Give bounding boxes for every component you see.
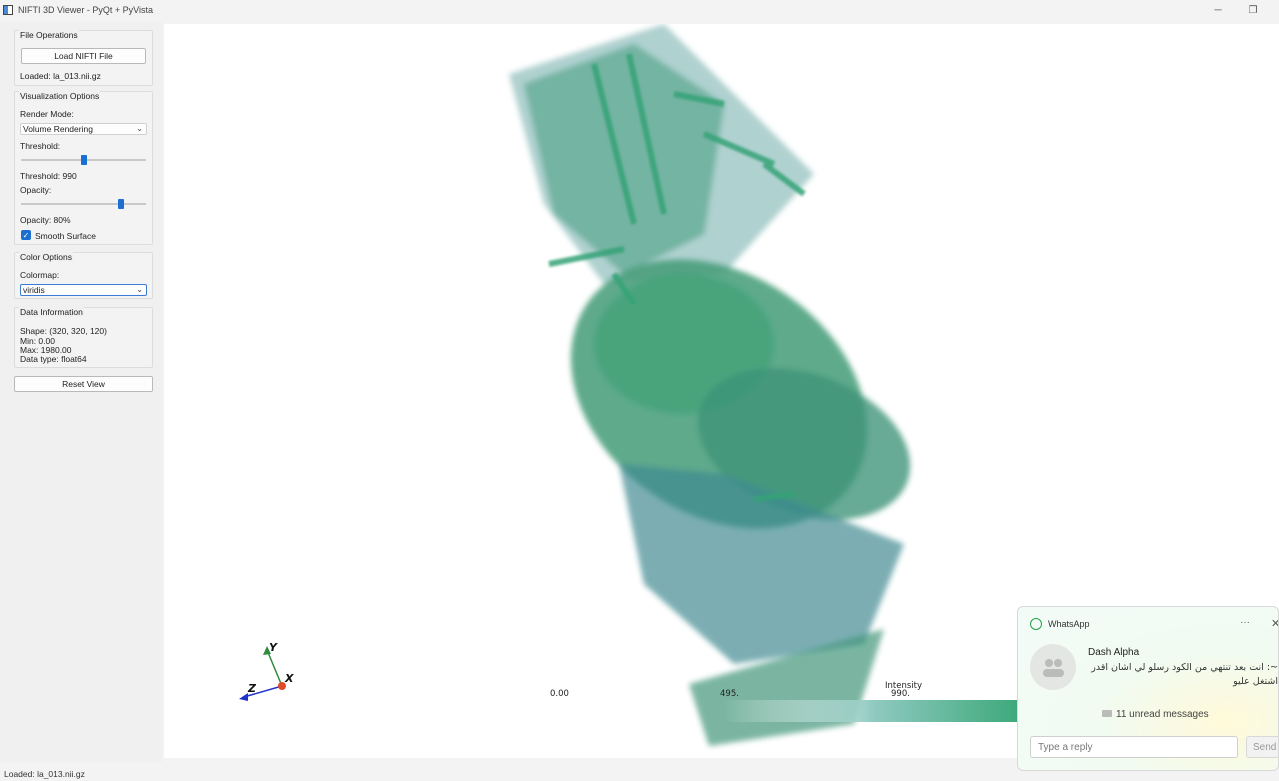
app-icon: [3, 5, 13, 15]
reply-input[interactable]: Type a reply: [1030, 736, 1238, 758]
color-options-group: Color Options Colormap: viridis ⌄: [14, 252, 153, 299]
smooth-surface-label: Smooth Surface: [35, 231, 96, 241]
smooth-surface-checkbox[interactable]: ✓: [21, 230, 31, 240]
shape-info: Shape: (320, 320, 120): [20, 326, 107, 336]
data-information-group: Data Information Shape: (320, 320, 120) …: [14, 307, 153, 368]
group-title: Data Information: [19, 307, 84, 317]
orientation-axes: [239, 646, 286, 701]
scalar-tick-label: 0.00: [550, 689, 569, 699]
close-icon[interactable]: ✕: [1271, 617, 1278, 630]
colormap-label: Colormap:: [20, 270, 60, 280]
render-mode-label: Render Mode:: [20, 109, 74, 119]
sender-name: Dash Alpha: [1088, 647, 1140, 658]
colormap-select[interactable]: viridis ⌄: [20, 284, 147, 296]
axis-x-label: X: [284, 672, 294, 685]
threshold-value: Threshold: 990: [20, 171, 77, 181]
whatsapp-icon: [1030, 618, 1042, 630]
file-operations-group: File Operations Load NIFTI File Loaded: …: [14, 30, 153, 86]
opacity-label: Opacity:: [20, 185, 52, 195]
send-button[interactable]: Send: [1246, 736, 1278, 758]
envelope-icon: [1102, 710, 1112, 717]
maximize-button[interactable]: ❐: [1236, 0, 1270, 20]
scalar-tick-label: 990.: [891, 689, 910, 699]
opacity-slider-track[interactable]: [21, 203, 146, 205]
group-avatar-icon: [1043, 659, 1064, 677]
render-mode-value: Volume Rendering: [23, 124, 93, 134]
chevron-down-icon: ⌄: [136, 124, 143, 133]
unread-count: 11 unread messages: [1102, 709, 1209, 720]
opacity-value: Opacity: 80%: [20, 215, 71, 225]
minimize-button[interactable]: ─: [1201, 0, 1235, 20]
more-options-icon[interactable]: ···: [1240, 617, 1250, 628]
dtype-info: Data type: float64: [20, 354, 87, 364]
group-title: Color Options: [19, 252, 73, 262]
chevron-down-icon: ⌄: [136, 285, 143, 294]
scalar-bar: [724, 700, 1024, 722]
heart-volume: [509, 24, 911, 746]
message-preview: ~: انت بعد تنتهي من الكود رسلو لي اشان ا…: [1091, 662, 1278, 687]
visualization-options-group: Visualization Options Render Mode: Volum…: [14, 91, 153, 245]
loaded-file-label: Loaded: la_013.nii.gz: [20, 71, 101, 81]
load-nifti-button[interactable]: Load NIFTI File: [21, 48, 146, 64]
avatar: [1030, 644, 1076, 690]
axis-y-label: Y: [269, 641, 278, 654]
group-title: Visualization Options: [19, 91, 101, 101]
opacity-slider-handle[interactable]: [118, 199, 124, 209]
axis-z-label: Z: [247, 682, 257, 695]
status-bar: Loaded: la_013.nii.gz: [4, 769, 85, 779]
window-title: NIFTI 3D Viewer - PyQt + PyVista: [18, 5, 153, 15]
group-title: File Operations: [19, 30, 79, 40]
reset-view-button[interactable]: Reset View: [14, 376, 153, 392]
threshold-slider-handle[interactable]: [80, 155, 87, 165]
control-panel: File Operations Load NIFTI File Loaded: …: [0, 22, 162, 762]
scalar-tick-label: 495.: [720, 689, 739, 699]
title-bar: NIFTI 3D Viewer - PyQt + PyVista ─ ❐: [0, 0, 1279, 20]
render-mode-select[interactable]: Volume Rendering ⌄: [20, 123, 147, 135]
threshold-label: Threshold:: [20, 141, 61, 151]
colormap-value: viridis: [23, 285, 45, 295]
unread-count-text: 11 unread messages: [1116, 709, 1209, 720]
notification-app-name: WhatsApp: [1048, 619, 1090, 629]
whatsapp-notification[interactable]: WhatsApp ··· ✕ Dash Alpha ~: انت بعد تنت…: [1017, 606, 1279, 771]
